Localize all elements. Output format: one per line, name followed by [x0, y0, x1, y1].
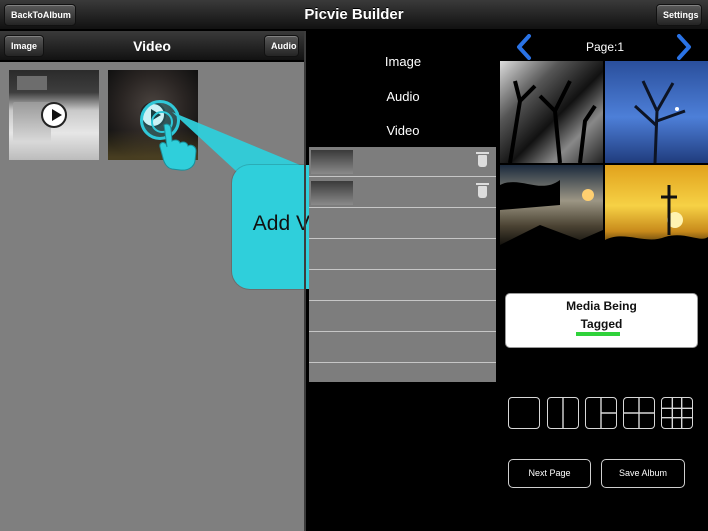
list-item[interactable] — [309, 302, 496, 332]
layout-four-grid-button[interactable] — [623, 397, 655, 429]
next-page-button[interactable]: Next Page — [508, 459, 591, 488]
cross-sunset-photo-art — [605, 185, 708, 267]
page-indicator: Page:1 — [585, 40, 625, 54]
hand-pointer-icon — [159, 123, 197, 171]
bare-tree-photo-art — [633, 80, 686, 163]
status-line-2: Tagged — [580, 317, 623, 331]
layout-three-panel-button[interactable] — [585, 397, 617, 429]
trash-icon[interactable] — [476, 152, 489, 167]
page-photo[interactable] — [500, 165, 603, 267]
menu-item-image[interactable]: Image — [310, 54, 496, 69]
list-item[interactable] — [309, 333, 496, 363]
panel-divider — [304, 31, 306, 531]
media-tagged-status: Media Being Tagged — [505, 293, 698, 348]
layout-single-button[interactable] — [508, 397, 540, 429]
page-photo[interactable] — [605, 61, 708, 163]
menu-item-video[interactable]: Video — [310, 123, 496, 138]
media-thumbnail — [311, 150, 353, 174]
media-thumbnail — [311, 181, 353, 205]
list-item[interactable] — [309, 147, 496, 177]
chevron-right-icon[interactable] — [673, 34, 695, 60]
layout-two-columns-button[interactable] — [547, 397, 579, 429]
list-item[interactable] — [309, 271, 496, 301]
tag-progress-bar — [576, 332, 620, 336]
trees-photo-art — [508, 80, 597, 163]
page-photo[interactable] — [605, 165, 708, 267]
list-item[interactable] — [309, 240, 496, 270]
sunset-photo-art — [500, 180, 603, 267]
list-item[interactable] — [309, 178, 496, 208]
chevron-left-icon[interactable] — [513, 34, 535, 60]
page-photo[interactable] — [500, 61, 603, 163]
layout-nine-grid-button[interactable] — [661, 397, 693, 429]
status-line-1: Media Being — [566, 299, 637, 313]
menu-item-audio[interactable]: Audio — [310, 89, 496, 104]
page-media-list — [309, 147, 496, 382]
trash-icon[interactable] — [476, 183, 489, 198]
list-item[interactable] — [309, 209, 496, 239]
save-album-button[interactable]: Save Album — [601, 459, 685, 488]
